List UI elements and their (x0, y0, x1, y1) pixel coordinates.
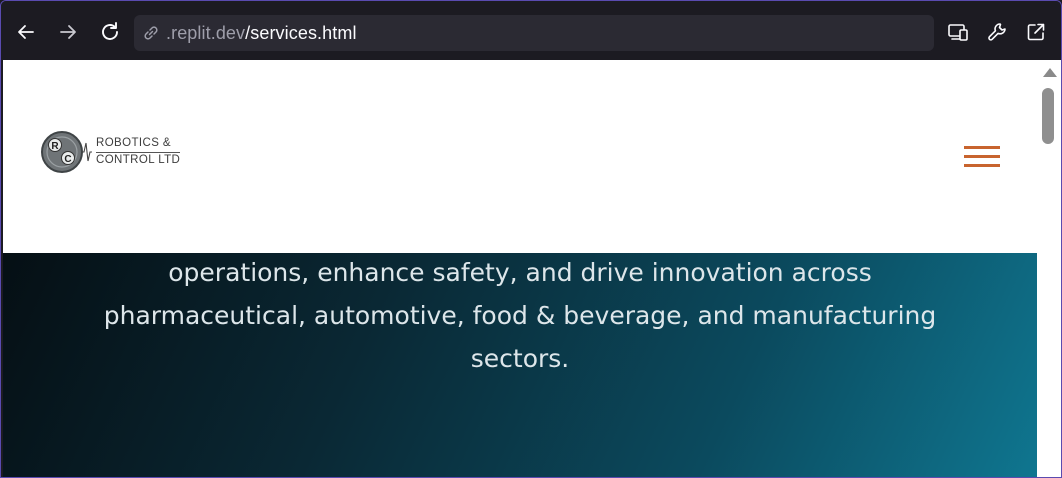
hamburger-menu-icon (964, 146, 1000, 149)
logo-line-1: ROBOTICS & (96, 136, 181, 153)
hero-line-2: pharmaceutical, automotive, food & bever… (103, 301, 937, 330)
url-text: .replit.dev/services.html (166, 23, 357, 44)
wrench-icon (988, 23, 1006, 41)
logo-line-2: CONTROL LTD (96, 154, 181, 166)
hamburger-line (964, 164, 1000, 167)
hero-description: operations, enhance safety, and drive in… (43, 253, 997, 380)
arrow-right-icon (60, 25, 76, 39)
back-button[interactable] (13, 19, 39, 45)
browser-toolbar: .replit.dev/services.html (1, 1, 1061, 59)
forward-button[interactable] (55, 19, 81, 45)
svg-text:C: C (64, 154, 71, 165)
url-path: /services.html (245, 22, 357, 43)
logo-text: ROBOTICS & CONTROL LTD (96, 136, 181, 168)
scrollbar-thumb[interactable] (1042, 88, 1054, 144)
hero-section: operations, enhance safety, and drive in… (3, 253, 1037, 477)
hero-line-1: operations, enhance safety, and drive in… (168, 258, 872, 287)
responsive-design-button[interactable] (945, 19, 971, 45)
rc-monogram-logo-icon: R C (41, 131, 92, 173)
reload-button[interactable] (97, 19, 123, 45)
address-bar[interactable]: .replit.dev/services.html (134, 15, 934, 51)
page-viewport: R C ROBOTICS & CONTROL LTD operations, e… (3, 60, 1037, 477)
open-in-new-tab-button[interactable] (1023, 19, 1049, 45)
company-logo[interactable]: R C ROBOTICS & CONTROL LTD (40, 128, 181, 176)
reload-icon (102, 22, 118, 40)
hero-line-3: sectors. (470, 344, 570, 373)
scroll-up-arrow-icon[interactable] (1043, 68, 1057, 77)
link-icon (144, 26, 158, 40)
hamburger-menu-button[interactable] (964, 146, 1000, 168)
url-host: .replit.dev (166, 22, 246, 43)
arrow-left-icon (18, 25, 34, 39)
vertical-scrollbar[interactable] (1037, 60, 1061, 477)
hamburger-line (964, 155, 1000, 158)
browser-window: .replit.dev/services.html R C ROBOTICS &… (0, 0, 1062, 478)
svg-text:R: R (51, 141, 59, 152)
site-header: R C ROBOTICS & CONTROL LTD (3, 60, 1037, 253)
dev-tools-button[interactable] (984, 19, 1010, 45)
open-external-icon (1027, 23, 1045, 41)
devices-icon (948, 24, 968, 41)
